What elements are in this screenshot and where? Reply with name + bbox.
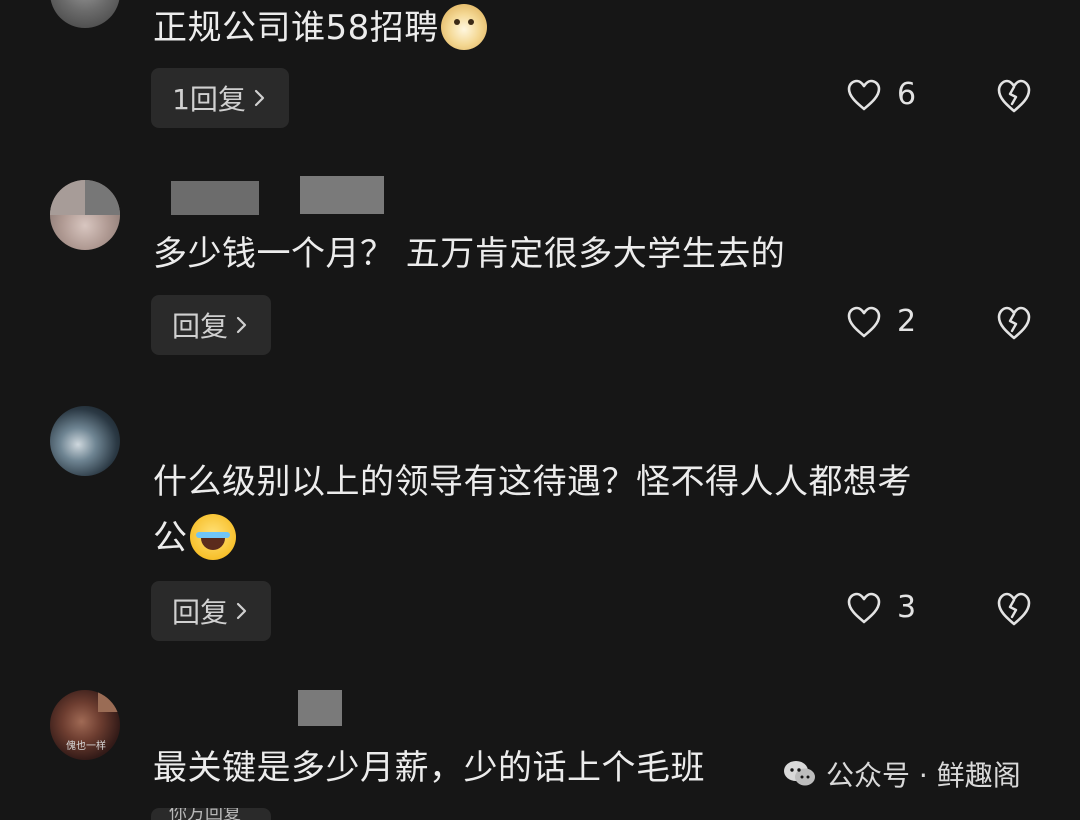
chevron-right-icon xyxy=(236,316,247,334)
watermark-text: 公众号 · 鲜趣阁 xyxy=(826,759,1021,792)
doge-emoji-icon xyxy=(440,3,487,50)
reply-label: 你方回复 xyxy=(169,808,241,820)
dislike-button[interactable] xyxy=(994,590,1034,628)
dislike-button[interactable] xyxy=(994,304,1034,342)
avatar-caption: 傀也一样 xyxy=(66,741,106,752)
chevron-right-icon xyxy=(254,89,265,107)
reply-label: 回复 xyxy=(171,596,228,629)
broken-heart-icon xyxy=(997,592,1031,626)
heart-outline-icon xyxy=(847,306,881,337)
chevron-right-icon xyxy=(236,602,247,620)
heart-outline-icon xyxy=(847,79,881,110)
like-button[interactable]: 3 xyxy=(845,590,916,625)
comment-text: 最关键是多少月薪，少的话上个毛班 xyxy=(153,742,705,794)
comment-text: 多少钱一个月？ 五万肯定很多大学生去的 xyxy=(153,228,785,280)
watermark: 公众号 · 鲜趣阁 xyxy=(782,754,1021,794)
like-count: 6 xyxy=(897,77,917,112)
like-count: 2 xyxy=(897,304,917,339)
avatar-mosaic xyxy=(50,180,85,215)
comment-text-content: 正规公司谁58招聘 xyxy=(153,8,439,48)
comment-text-content: 最关键是多少月薪，少的话上个毛班 xyxy=(153,748,705,788)
like-button[interactable]: 2 xyxy=(845,304,916,339)
comment-text-line: 什么级别以上的领导有这待遇？怪不得人人都想考 xyxy=(153,462,912,502)
avatar[interactable] xyxy=(50,0,120,28)
comment-text: 公 xyxy=(153,512,236,564)
wechat-logo-icon xyxy=(784,761,815,786)
heart-outline-icon xyxy=(847,592,881,623)
comment-text: 正规公司谁58招聘 xyxy=(153,2,487,54)
avatar[interactable]: 傀也一样 xyxy=(50,690,120,760)
like-count: 3 xyxy=(897,590,917,625)
reply-button[interactable]: 回复 xyxy=(151,581,271,641)
username-redacted xyxy=(171,181,259,215)
comment-text-line: 公 xyxy=(153,518,188,558)
comment-text: 什么级别以上的领导有这待遇？怪不得人人都想考 xyxy=(153,456,912,508)
reply-button[interactable]: 1回复 xyxy=(151,68,289,128)
username-redacted xyxy=(300,176,384,214)
reply-button[interactable]: 回复 xyxy=(151,295,271,355)
comment-text-content: 多少钱一个月？ 五万肯定很多大学生去的 xyxy=(153,234,786,274)
like-button[interactable]: 6 xyxy=(845,77,916,112)
avatar[interactable] xyxy=(50,180,120,250)
username-redacted xyxy=(298,690,342,726)
laughing-tears-emoji-icon xyxy=(189,513,236,560)
broken-heart-icon xyxy=(997,306,1031,340)
broken-heart-icon xyxy=(997,79,1031,113)
reply-label: 回复 xyxy=(171,310,228,343)
avatar-mosaic xyxy=(98,690,120,712)
dislike-button[interactable] xyxy=(994,77,1034,115)
reply-label: 1回复 xyxy=(172,83,246,116)
avatar[interactable] xyxy=(50,406,120,476)
avatar-mosaic xyxy=(85,180,120,215)
reply-button[interactable]: 你方回复 xyxy=(151,808,271,820)
